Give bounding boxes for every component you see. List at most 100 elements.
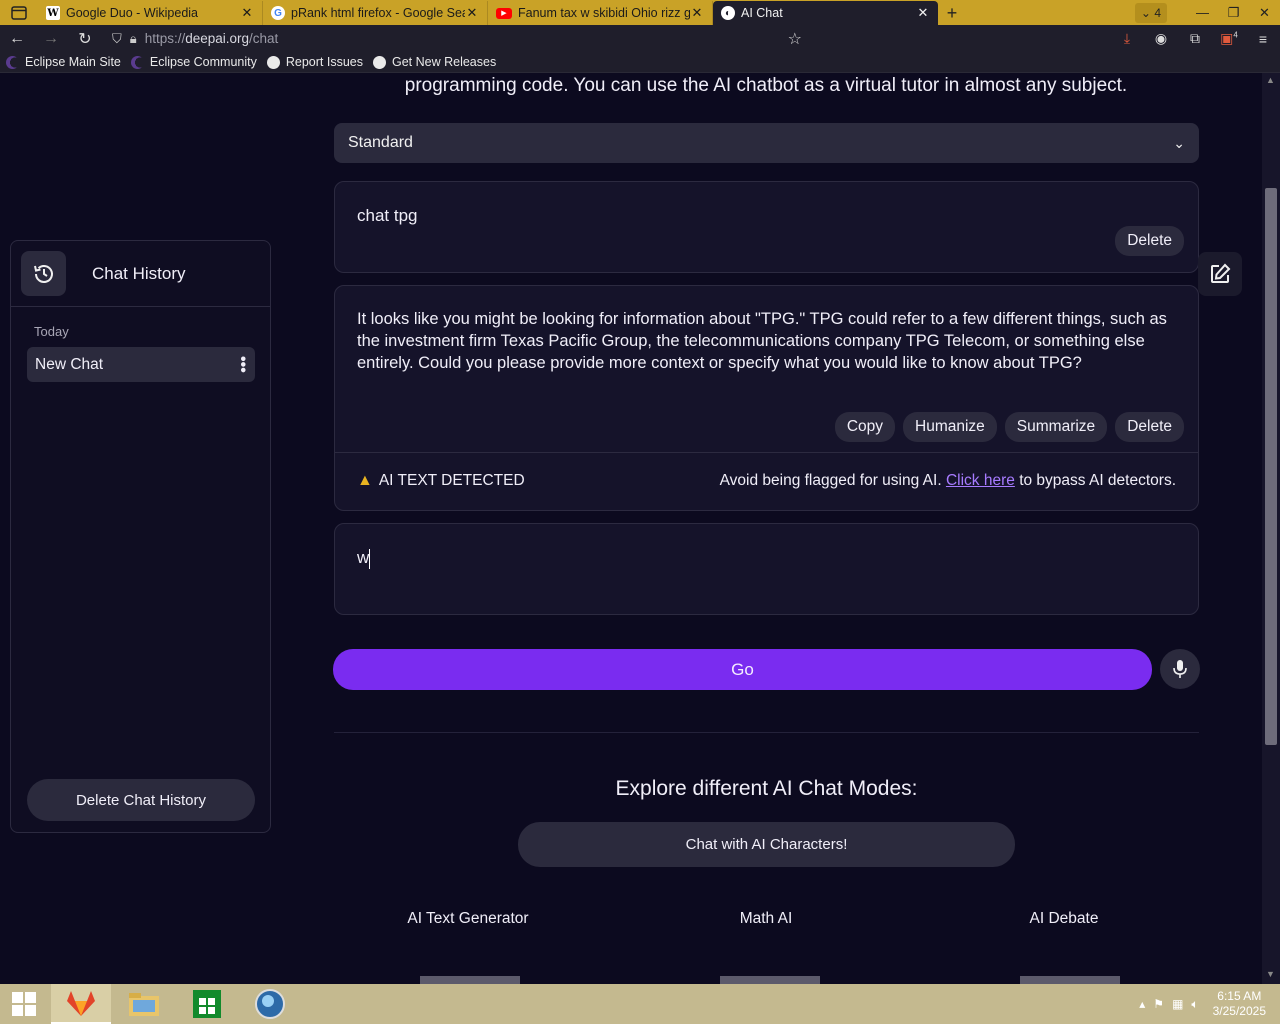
delete-button[interactable]: Delete: [1115, 412, 1184, 442]
sidebar-header: Chat History: [11, 241, 270, 307]
shield-icon: ⛉: [112, 30, 122, 46]
scroll-thumb[interactable]: [1265, 188, 1277, 745]
bookmark-star-icon[interactable]: ☆: [788, 29, 802, 49]
taskbar-app-globe[interactable]: [240, 984, 300, 1024]
ai-message-text: It looks like you might be looking for i…: [357, 310, 1167, 372]
page-content: programming code. You can use the AI cha…: [0, 73, 1262, 984]
eclipse-icon: [130, 55, 144, 69]
sidebar-title: Chat History: [92, 263, 186, 283]
tab-title: Google Duo - Wikipedia: [66, 6, 199, 20]
tab-google-search[interactable]: G pRank html firefox - Google Sea ✕: [263, 1, 488, 25]
reload-button[interactable]: ↻: [68, 25, 102, 52]
mode-link-math-ai[interactable]: Math AI: [666, 910, 866, 928]
system-tray: ▴ ⚑ ▦ 🔈︎ 6:15 AM 3/25/2025: [1131, 984, 1280, 1024]
tab-ai-chat[interactable]: ◐ AI Chat ✕: [713, 1, 938, 25]
tab-count-button[interactable]: ⌄ 4: [1134, 2, 1167, 23]
clipped-mode-links: [400, 976, 1200, 984]
start-button[interactable]: [0, 984, 48, 1024]
google-icon: G: [271, 6, 285, 20]
close-icon[interactable]: ✕: [690, 5, 704, 21]
explore-modes-title: Explore different AI Chat Modes:: [615, 777, 918, 800]
history-button[interactable]: [21, 251, 66, 296]
edit-icon: [1211, 263, 1231, 283]
forward-button[interactable]: →: [34, 25, 68, 52]
menu-icon[interactable]: ≡: [1246, 31, 1280, 47]
mode-link-text-generator[interactable]: AI Text Generator: [368, 910, 568, 928]
flag-icon[interactable]: ⚑: [1153, 997, 1164, 1011]
tab-wikipedia[interactable]: W Google Duo - Wikipedia ✕: [38, 1, 263, 25]
history-icon: [33, 264, 53, 283]
scroll-down-icon[interactable]: ▼: [1266, 969, 1275, 979]
ai-message-actions: Copy Humanize Summarize Delete: [834, 412, 1184, 442]
copy-button[interactable]: Copy: [834, 412, 896, 442]
delete-message-button[interactable]: Delete: [1115, 226, 1184, 256]
deepai-icon: ◐: [721, 6, 735, 20]
minimize-button[interactable]: —: [1187, 0, 1218, 25]
lock-icon: 🔒︎: [129, 30, 137, 46]
bookmark-report-issues[interactable]: Report Issues: [266, 55, 363, 69]
bookmark-eclipse-community[interactable]: Eclipse Community: [130, 55, 257, 69]
microphone-button[interactable]: [1160, 649, 1200, 689]
tab-strip: W Google Duo - Wikipedia ✕ G pRank html …: [0, 0, 1280, 25]
folder-icon: [129, 993, 159, 1016]
restore-button[interactable]: ❐: [1218, 0, 1249, 25]
window-close-button[interactable]: ✕: [1249, 0, 1280, 25]
warning-icon: ▲: [357, 472, 373, 489]
divider: [335, 452, 1198, 453]
page-scrollbar[interactable]: ▲ ▼: [1262, 73, 1280, 984]
chat-history-sidebar: Chat History Today New Chat ••• Delete C…: [10, 240, 271, 833]
wikipedia-icon: W: [46, 6, 60, 20]
close-icon[interactable]: ✕: [916, 5, 930, 21]
url-text: https://deepai.org/chat: [144, 31, 279, 46]
mode-link-ai-debate[interactable]: AI Debate: [964, 910, 1164, 928]
tab-list-button[interactable]: [0, 0, 38, 25]
chevron-up-icon[interactable]: ▴: [1139, 997, 1145, 1011]
bypass-link[interactable]: Click here: [946, 472, 1015, 489]
tab-list-icon: [11, 5, 27, 20]
volume-muted-icon[interactable]: 🔈︎: [1191, 997, 1198, 1012]
ai-detected-notice: ▲ AI TEXT DETECTED: [357, 472, 525, 490]
close-icon[interactable]: ✕: [465, 5, 479, 21]
tab-youtube[interactable]: ▶ Fanum tax w skibidi Ohio rizz g ✕: [488, 1, 713, 25]
summarize-button[interactable]: Summarize: [1004, 412, 1108, 442]
taskbar: ▴ ⚑ ▦ 🔈︎ 6:15 AM 3/25/2025: [0, 984, 1280, 1024]
new-chat-button[interactable]: [1198, 252, 1242, 296]
more-options-icon[interactable]: •••: [234, 356, 251, 373]
bookmark-get-new-releases[interactable]: Get New Releases: [372, 55, 496, 69]
history-item[interactable]: New Chat •••: [27, 347, 255, 382]
extension-badge-icon[interactable]: ▣4: [1212, 30, 1246, 47]
delete-history-button[interactable]: Delete Chat History: [27, 779, 255, 821]
go-button[interactable]: Go: [333, 649, 1152, 690]
network-icon[interactable]: ▦: [1172, 997, 1183, 1011]
github-icon: [372, 55, 386, 69]
back-button[interactable]: ←: [0, 25, 34, 52]
taskbar-app-explorer[interactable]: [114, 984, 174, 1024]
bookmark-eclipse-main[interactable]: Eclipse Main Site: [6, 55, 121, 69]
bypass-notice: Avoid being flagged for using AI. Click …: [719, 472, 1176, 489]
url-bar[interactable]: ⛉ 🔒︎ https://deepai.org/chat ☆: [112, 25, 912, 52]
chevron-down-icon: ⌄: [1173, 134, 1185, 151]
chat-input[interactable]: w: [334, 523, 1199, 615]
arrow-right-icon: →: [43, 29, 59, 47]
close-icon[interactable]: ✕: [240, 5, 254, 21]
ai-characters-button[interactable]: Chat with AI Characters!: [518, 822, 1015, 867]
reload-icon: ↻: [78, 30, 92, 48]
chat-mode-select[interactable]: Standard ⌄: [334, 123, 1199, 163]
download-icon[interactable]: ⤓: [1110, 30, 1144, 47]
scroll-up-icon[interactable]: ▲: [1266, 75, 1275, 85]
new-tab-button[interactable]: +: [938, 1, 966, 25]
store-icon: [193, 990, 221, 1018]
chevron-down-icon: ⌄: [1140, 5, 1155, 20]
taskbar-app-browser[interactable]: [51, 984, 111, 1024]
account-icon[interactable]: ◉: [1144, 30, 1178, 47]
tab-title: pRank html firefox - Google Sea: [291, 6, 465, 20]
humanize-button[interactable]: Humanize: [903, 412, 997, 442]
clock[interactable]: 6:15 AM 3/25/2025: [1213, 989, 1266, 1019]
gitlab-icon: [67, 991, 95, 1016]
nav-bar: ← → ↻ ⛉ 🔒︎ https://deepai.org/chat ☆ ⤓ ◉…: [0, 25, 1280, 52]
history-item-label: New Chat: [35, 355, 104, 373]
extensions-icon[interactable]: ⧉: [1178, 30, 1212, 47]
arrow-left-icon: ←: [9, 29, 25, 47]
clock-date: 3/25/2025: [1212, 1004, 1266, 1018]
taskbar-app-store[interactable]: [177, 984, 237, 1024]
